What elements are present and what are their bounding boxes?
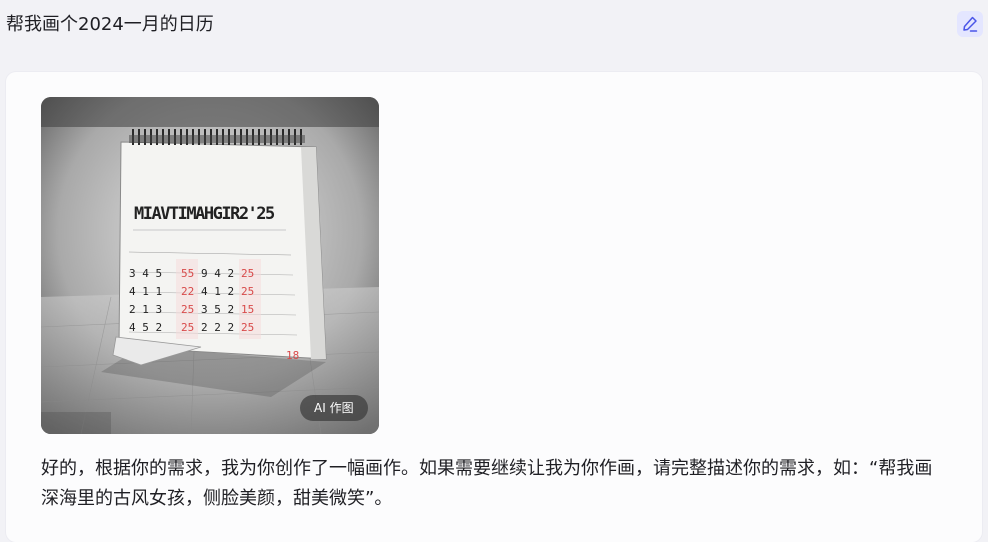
svg-text:25: 25	[241, 267, 254, 280]
query-header: 帮我画个2024一月的日历	[0, 0, 988, 52]
ai-image-badge: AI 作图	[300, 395, 368, 421]
svg-text:25: 25	[181, 303, 194, 316]
svg-text:2 1 3: 2 1 3	[129, 303, 162, 316]
svg-text:15: 15	[241, 303, 254, 316]
svg-text:3 4 5: 3 4 5	[129, 267, 162, 280]
svg-text:3 5 2: 3 5 2	[201, 303, 234, 316]
svg-text:55: 55	[181, 267, 194, 280]
pencil-edit-icon	[963, 16, 978, 32]
svg-text:2 2 2: 2 2 2	[201, 321, 234, 334]
answer-card: MIAVTIMAHGIR2'25 3 4 5 9 4 2 4 1 1 4 1 2…	[6, 72, 982, 542]
svg-text:4 1 1: 4 1 1	[129, 285, 162, 298]
user-prompt: 帮我画个2024一月的日历	[6, 14, 214, 35]
edit-prompt-button[interactable]	[957, 11, 983, 37]
svg-text:18: 18	[286, 349, 299, 362]
svg-text:25: 25	[241, 321, 254, 334]
calendar-heading: MIAVTIMAHGIR2'25	[134, 204, 275, 224]
svg-text:4 5 2: 4 5 2	[129, 321, 162, 334]
svg-text:25: 25	[241, 285, 254, 298]
generated-image[interactable]: MIAVTIMAHGIR2'25 3 4 5 9 4 2 4 1 1 4 1 2…	[41, 97, 379, 434]
svg-text:25: 25	[181, 321, 194, 334]
svg-text:4 1 2: 4 1 2	[201, 285, 234, 298]
calendar-illustration: MIAVTIMAHGIR2'25 3 4 5 9 4 2 4 1 1 4 1 2…	[41, 97, 379, 434]
assistant-reply-text: 好的，根据你的需求，我为你创作了一幅画作。如果需要继续让我为你作画，请完整描述你…	[41, 458, 933, 509]
svg-text:9 4 2: 9 4 2	[201, 267, 234, 280]
svg-text:22: 22	[181, 285, 194, 298]
